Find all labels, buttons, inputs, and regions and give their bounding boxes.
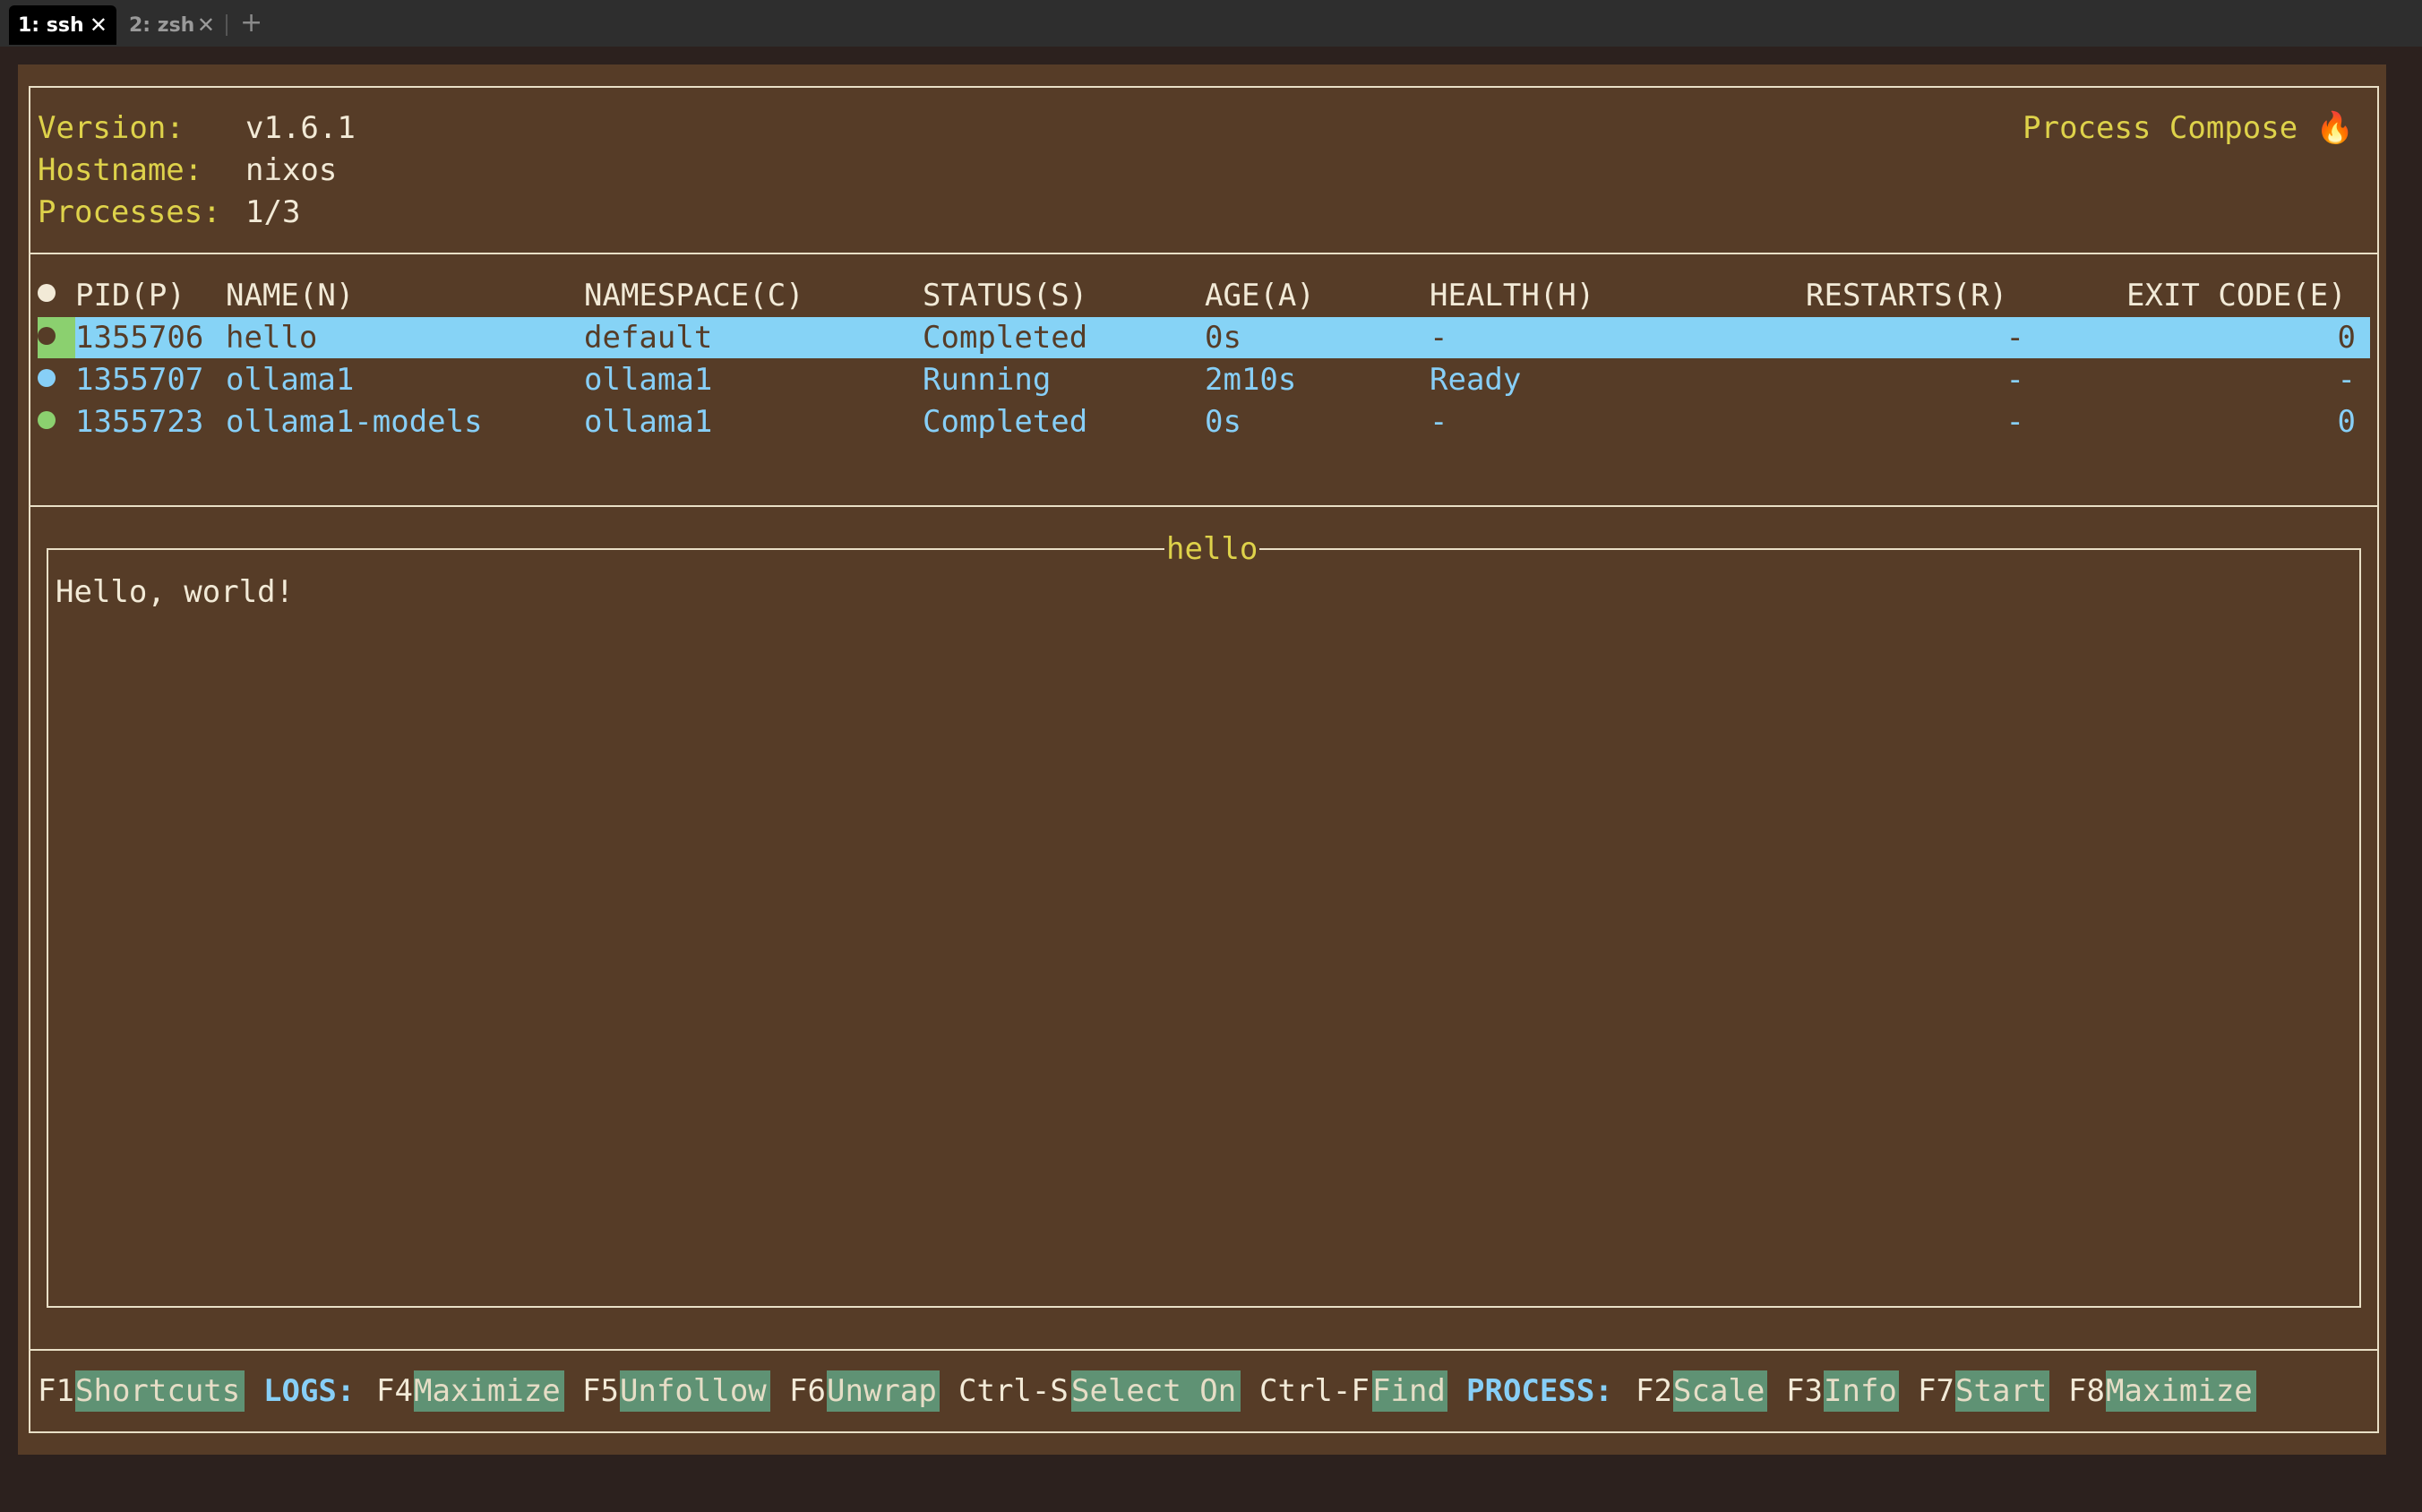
unfollow-button[interactable]: Unfollow xyxy=(620,1370,770,1412)
row-health: - xyxy=(1430,404,1448,440)
row-name: ollama1 xyxy=(226,362,355,398)
row-namespace: ollama1 xyxy=(584,404,713,440)
row-exit-code: 0 xyxy=(2337,320,2356,356)
unwrap-button[interactable]: Unwrap xyxy=(827,1370,940,1412)
header-status-dot xyxy=(38,284,56,302)
column-header-status[interactable]: STATUS(S) xyxy=(923,275,1087,316)
row-status: Running xyxy=(923,362,1052,398)
f5-key: F5 xyxy=(582,1373,619,1409)
info-separator xyxy=(29,253,2379,254)
running-status-dot xyxy=(38,369,56,387)
log-maximize-button[interactable]: Maximize xyxy=(414,1370,564,1412)
processes-label: Processes: xyxy=(38,194,221,230)
row-pid: 1355723 xyxy=(75,404,204,440)
row-health: Ready xyxy=(1430,362,1522,398)
tab-zsh-label: 2: zsh xyxy=(129,13,195,37)
version-value: v1.6.1 xyxy=(245,110,356,146)
frame-bottom xyxy=(29,1431,2379,1433)
f3-key: F3 xyxy=(1786,1373,1823,1409)
log-frame-right xyxy=(2359,548,2361,1308)
process-section-label: PROCESS: xyxy=(1466,1373,1613,1409)
terminal-tab-bar: 1: ssh ✕ 2: zsh ✕ + xyxy=(0,0,2422,47)
info-button[interactable]: Info xyxy=(1824,1370,1899,1412)
column-header-name[interactable]: NAME(N) xyxy=(226,275,354,316)
f4-key: F4 xyxy=(376,1373,413,1409)
hostname-label: Hostname: xyxy=(38,152,203,188)
version-label: Version: xyxy=(38,110,185,146)
tab-divider xyxy=(226,14,228,36)
ctrl-f-key: Ctrl-F xyxy=(1259,1373,1370,1409)
processes-value: 1/3 xyxy=(245,194,301,230)
row-restarts: - xyxy=(2005,362,2024,398)
log-frame-bottom xyxy=(47,1306,2361,1308)
row-pid: 1355707 xyxy=(75,362,204,398)
row-exit-code: - xyxy=(2337,362,2356,398)
process-maximize-button[interactable]: Maximize xyxy=(2106,1370,2256,1412)
hostname-value: nixos xyxy=(245,152,338,188)
row-restarts: - xyxy=(2005,404,2024,440)
app-title: Process Compose 🔥 xyxy=(2023,110,2354,146)
tab-ssh-close-icon[interactable]: ✕ xyxy=(90,13,107,38)
new-tab-button[interactable]: + xyxy=(240,7,262,39)
scale-button[interactable]: Scale xyxy=(1673,1370,1767,1412)
table-separator xyxy=(29,505,2379,507)
frame-right xyxy=(2377,86,2379,1433)
row-exit-code: 0 xyxy=(2337,404,2356,440)
ctrl-s-key: Ctrl-S xyxy=(958,1373,1069,1409)
find-button[interactable]: Find xyxy=(1372,1370,1447,1412)
row-namespace: default xyxy=(584,320,713,356)
log-frame-left xyxy=(47,548,48,1308)
tab-ssh-label: 1: ssh xyxy=(18,13,84,37)
select-on-button[interactable]: Select On xyxy=(1071,1370,1241,1412)
row-restarts: - xyxy=(2005,320,2024,356)
f1-key: F1 xyxy=(38,1373,74,1409)
frame-left xyxy=(29,86,30,1433)
f7-key: F7 xyxy=(1918,1373,1954,1409)
logs-section-label: LOGS: xyxy=(263,1373,356,1409)
column-header-pid[interactable]: PID(P) xyxy=(75,275,185,316)
completed-status-dot xyxy=(38,327,56,345)
f6-key: F6 xyxy=(789,1373,826,1409)
row-status: Completed xyxy=(923,320,1088,356)
frame-top xyxy=(29,86,2379,88)
f2-key: F2 xyxy=(1636,1373,1672,1409)
terminal-window: Version: v1.6.1 Hostname: nixos Processe… xyxy=(18,64,2386,1455)
shortcuts-button[interactable]: Shortcuts xyxy=(75,1370,245,1412)
log-panel-title: hello xyxy=(1164,528,1260,570)
shortcuts-separator xyxy=(29,1349,2379,1351)
column-header-health[interactable]: HEALTH(H) xyxy=(1430,275,1594,316)
row-name: ollama1-models xyxy=(226,404,483,440)
row-pid: 1355706 xyxy=(75,320,204,356)
column-header-age[interactable]: AGE(A) xyxy=(1205,275,1315,316)
column-header-exit-code[interactable]: EXIT CODE(E) xyxy=(2126,275,2347,316)
column-header-namespace[interactable]: NAMESPACE(C) xyxy=(584,275,804,316)
row-age: 2m10s xyxy=(1205,362,1297,398)
row-health: - xyxy=(1430,320,1448,356)
row-name: hello xyxy=(226,320,318,356)
start-button[interactable]: Start xyxy=(1955,1370,2049,1412)
f8-key: F8 xyxy=(2068,1373,2105,1409)
column-header-restarts[interactable]: RESTARTS(R) xyxy=(1806,275,2007,316)
tab-ssh[interactable]: 1: ssh ✕ xyxy=(9,5,116,45)
row-age: 0s xyxy=(1205,404,1241,440)
row-age: 0s xyxy=(1205,320,1241,356)
completed-status-dot xyxy=(38,411,56,429)
tab-zsh[interactable]: 2: zsh ✕ xyxy=(125,5,224,45)
row-namespace: ollama1 xyxy=(584,362,713,398)
log-line: Hello, world! xyxy=(56,574,295,610)
tab-zsh-close-icon[interactable]: ✕ xyxy=(197,13,215,38)
row-status: Completed xyxy=(923,404,1088,440)
